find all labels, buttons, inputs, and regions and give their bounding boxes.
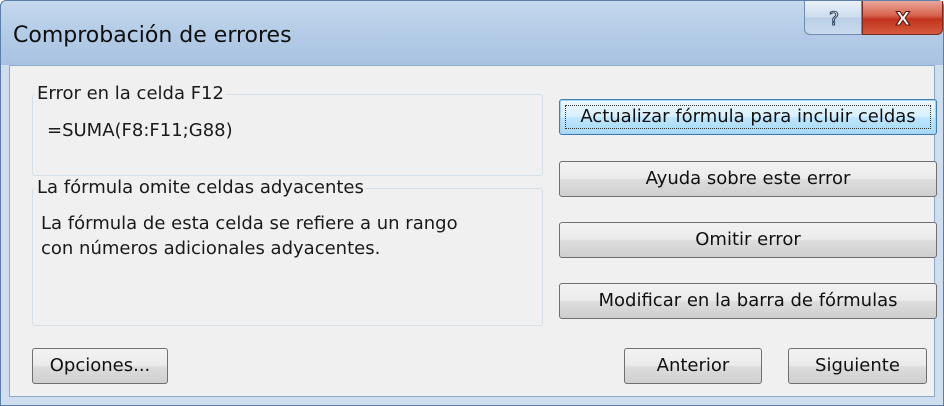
error-description-line-1: La fórmula de esta celda se refiere a un… — [41, 213, 458, 234]
next-button[interactable]: Siguiente — [788, 348, 927, 384]
question-mark-icon: ? — [828, 7, 839, 30]
error-cell-label: Error en la celda F12 — [35, 83, 226, 104]
edit-in-formula-bar-button[interactable]: Modificar en la barra de fórmulas — [559, 283, 937, 319]
ignore-error-label: Omitir error — [695, 229, 801, 250]
dialog-body: Error en la celda F12 =SUMA(F8:F11;G88) … — [9, 65, 937, 397]
close-button[interactable]: X — [862, 1, 943, 35]
error-type-label: La fórmula omite celdas adyacentes — [35, 177, 366, 198]
edit-in-formula-bar-label: Modificar en la barra de fórmulas — [598, 290, 898, 311]
dialog-title: Comprobación de errores — [13, 23, 292, 48]
cell-formula: =SUMA(F8:F11;G88) — [47, 120, 233, 141]
title-bar[interactable]: Comprobación de errores ? X — [1, 1, 943, 65]
svg-text:?: ? — [829, 8, 839, 30]
help-on-error-button[interactable]: Ayuda sobre este error — [559, 161, 937, 197]
ignore-error-button[interactable]: Omitir error — [559, 222, 937, 258]
previous-button[interactable]: Anterior — [624, 348, 762, 384]
error-description: La fórmula de esta celda se refiere a un… — [41, 211, 561, 261]
close-icon: X — [895, 7, 911, 30]
options-button[interactable]: Opciones... — [32, 348, 168, 384]
error-cell-group: Error en la celda F12 =SUMA(F8:F11;G88) — [32, 83, 543, 176]
error-description-line-2: con números adicionales adyacentes. — [41, 238, 381, 259]
svg-text:X: X — [896, 8, 911, 30]
previous-label: Anterior — [656, 355, 730, 376]
focus-indicator — [565, 105, 931, 129]
error-description-group: La fórmula omite celdas adyacentes La fó… — [32, 177, 543, 326]
next-label: Siguiente — [815, 355, 900, 376]
help-on-error-label: Ayuda sobre este error — [645, 168, 851, 189]
error-checking-dialog: Comprobación de errores ? X Error en la … — [0, 0, 944, 406]
update-formula-button[interactable]: Actualizar fórmula para incluir celdas — [559, 99, 937, 135]
help-button[interactable]: ? — [804, 1, 862, 35]
options-label: Opciones... — [49, 355, 151, 376]
